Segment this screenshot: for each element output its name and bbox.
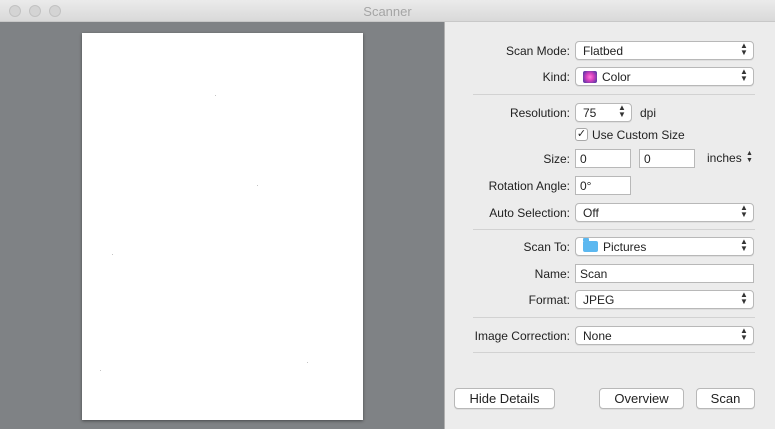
image-correction-label: Image Correction: <box>474 329 570 343</box>
custom-size-row: ✓ Use Custom Size <box>446 125 775 145</box>
popup-arrows-icon: ▲ ▼ <box>740 326 748 342</box>
kind-popup[interactable]: Color ▲ ▼ <box>575 67 754 86</box>
image-correction-value: None <box>583 329 612 343</box>
resolution-popup[interactable]: 75 ▲ ▼ <box>575 103 632 122</box>
hide-details-button[interactable]: Hide Details <box>454 388 555 409</box>
divider <box>473 317 755 318</box>
name-row: Name: Scan <box>446 264 775 284</box>
scan-button[interactable]: Scan <box>696 388 755 409</box>
scan-mode-row: Scan Mode: Flatbed ▲ ▼ <box>446 41 775 61</box>
title-bar: Scanner <box>0 0 775 22</box>
scan-mode-value: Flatbed <box>583 44 624 58</box>
format-value: JPEG <box>583 293 615 307</box>
resolution-unit: dpi <box>640 106 657 120</box>
image-correction-popup[interactable]: None ▲ ▼ <box>575 326 754 345</box>
image-correction-row: Image Correction: None ▲ ▼ <box>446 326 775 346</box>
scan-mode-popup[interactable]: Flatbed ▲ ▼ <box>575 41 754 60</box>
resolution-row: Resolution: 75 ▲ ▼ dpi <box>446 103 775 123</box>
size-height-field[interactable]: 0 <box>639 149 695 168</box>
auto-selection-label: Auto Selection: <box>489 206 570 220</box>
popup-arrows-icon: ▲ ▼ <box>740 290 748 306</box>
use-custom-size-checkbox[interactable]: ✓ <box>575 128 588 141</box>
use-custom-size-label[interactable]: Use Custom Size <box>592 128 685 142</box>
format-label: Format: <box>528 293 570 307</box>
kind-value: Color <box>602 70 631 84</box>
resolution-value: 75 <box>583 106 597 120</box>
scan-mode-label: Scan Mode: <box>505 44 570 58</box>
scan-preview-area[interactable] <box>0 22 445 429</box>
size-label: Size: <box>543 152 570 166</box>
rotation-angle-field[interactable]: 0° <box>575 176 631 195</box>
name-field[interactable]: Scan <box>575 264 754 283</box>
rotation-angle-label: Rotation Angle: <box>488 179 570 193</box>
popup-arrows-icon: ▲ ▼ <box>740 67 748 83</box>
color-swatch-icon <box>583 71 597 83</box>
scan-details-panel: Scan Mode: Flatbed ▲ ▼ Kind: Color ▲ ▼ Res… <box>446 22 775 429</box>
overview-button[interactable]: Overview <box>599 388 684 409</box>
scan-to-row: Scan To: Pictures ▲ ▼ <box>446 237 775 257</box>
divider <box>473 229 755 230</box>
kind-row: Kind: Color ▲ ▼ <box>446 67 775 87</box>
window-title: Scanner <box>363 4 412 19</box>
kind-label: Kind: <box>542 70 570 84</box>
name-label: Name: <box>534 267 570 281</box>
resolution-label: Resolution: <box>509 106 570 120</box>
divider <box>473 352 755 353</box>
scanned-page-preview[interactable] <box>82 33 363 420</box>
scan-to-popup[interactable]: Pictures ▲ ▼ <box>575 237 754 256</box>
divider <box>473 94 755 95</box>
popup-arrows-icon: ▲ ▼ <box>740 237 748 253</box>
folder-icon <box>583 238 598 252</box>
size-width-field[interactable]: 0 <box>575 149 631 168</box>
rotation-row: Rotation Angle: 0° <box>446 176 775 196</box>
unit-arrows-icon: ▲ ▼ <box>746 150 753 164</box>
auto-selection-popup[interactable]: Off ▲ ▼ <box>575 203 754 222</box>
auto-selection-value: Off <box>583 206 599 220</box>
size-row: Size: 0 0 inches ▲ ▼ <box>446 149 775 169</box>
size-unit-value: inches <box>707 151 742 165</box>
popup-arrows-icon: ▲ ▼ <box>740 203 748 219</box>
scan-to-label: Scan To: <box>523 240 570 254</box>
popup-arrows-icon: ▲ ▼ <box>618 103 626 119</box>
popup-arrows-icon: ▲ ▼ <box>740 41 748 57</box>
scan-to-value: Pictures <box>603 240 647 254</box>
format-row: Format: JPEG ▲ ▼ <box>446 290 775 310</box>
auto-selection-row: Auto Selection: Off ▲ ▼ <box>446 203 775 223</box>
format-popup[interactable]: JPEG ▲ ▼ <box>575 290 754 309</box>
size-unit-popup[interactable]: inches ▲ ▼ <box>707 150 767 165</box>
